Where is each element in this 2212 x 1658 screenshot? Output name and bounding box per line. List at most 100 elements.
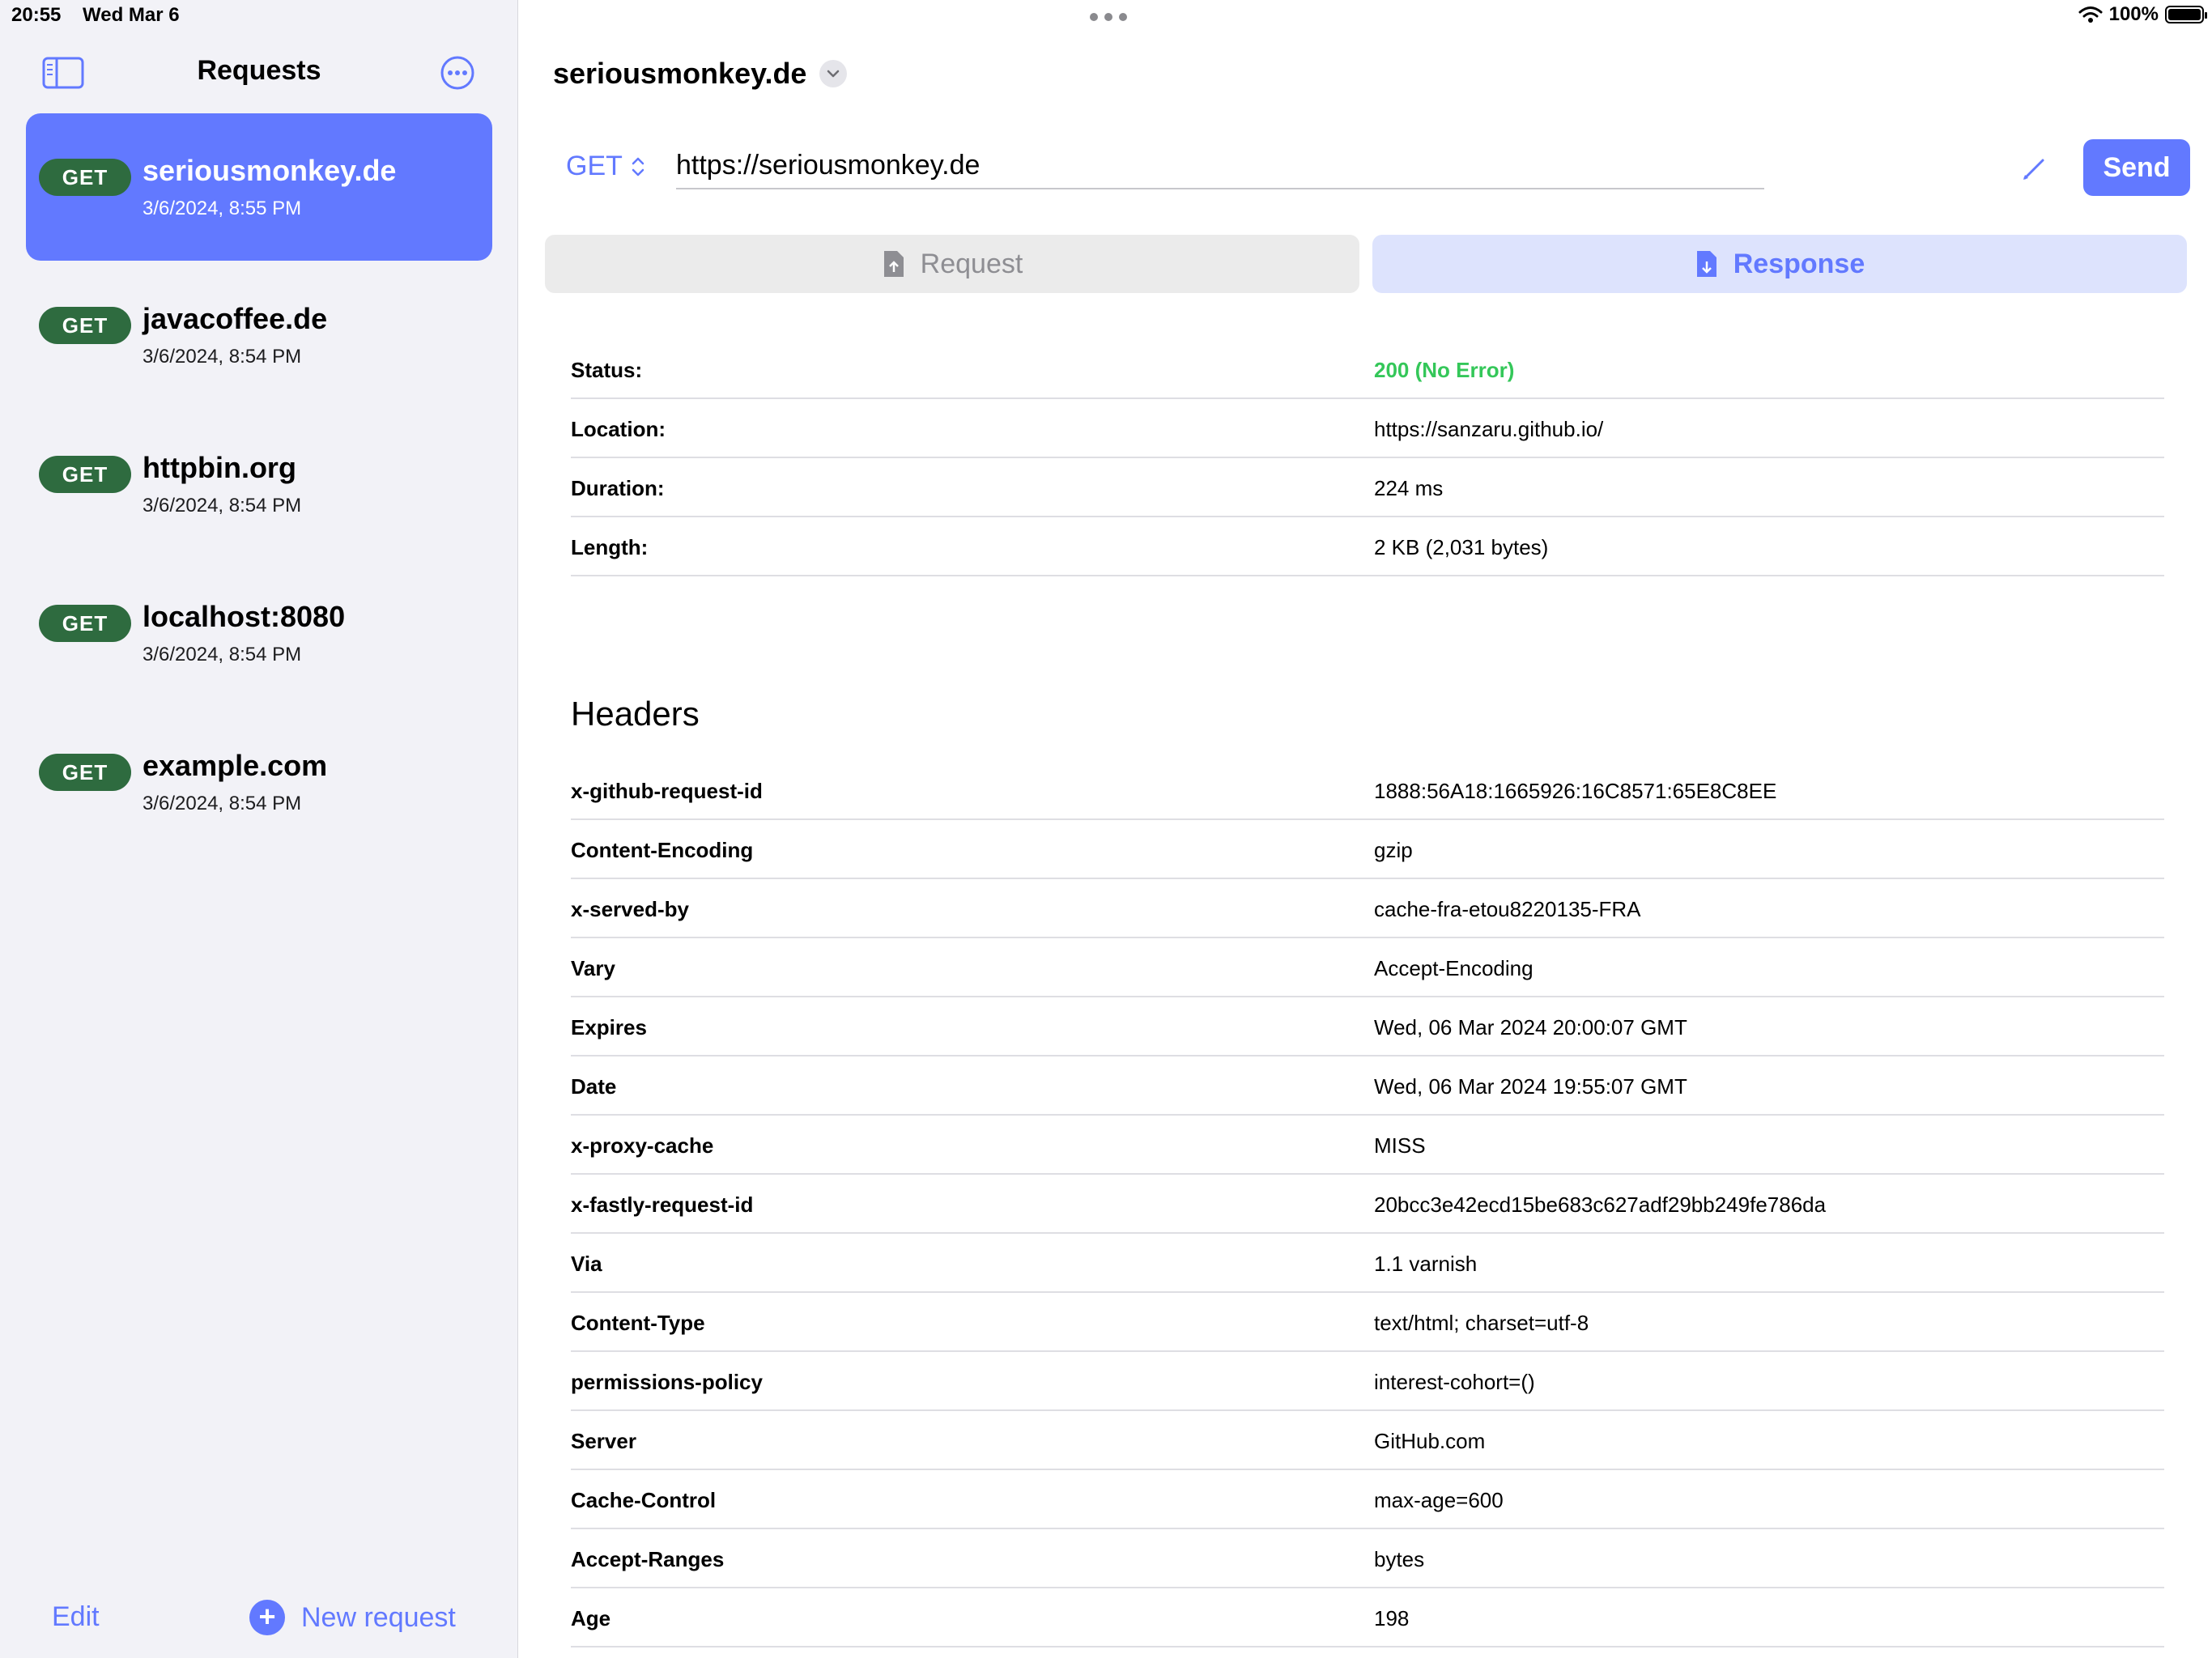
table-row: Expires Wed, 06 Mar 2024 20:00:07 GMT: [571, 997, 2164, 1056]
document-upload-icon: [883, 251, 904, 277]
row-value: 1.1 varnish: [1374, 1252, 1478, 1276]
row-key: Server: [571, 1429, 636, 1453]
tab-request-label: Request: [920, 248, 1023, 279]
wifi-icon: [2078, 6, 2103, 23]
new-request-button[interactable]: + New request: [249, 1600, 456, 1635]
table-row: x-github-request-id 1888:56A18:1665926:16…: [571, 761, 2164, 820]
row-key: Cache-Control: [571, 1488, 717, 1512]
method-badge: GET: [39, 605, 131, 642]
method-value: GET: [566, 151, 623, 181]
table-row: Location: https://sanzaru.github.io/: [571, 399, 2164, 458]
row-key: Duration:: [571, 476, 665, 500]
table-row: Age 198: [571, 1588, 2164, 1647]
row-value: Wed, 06 Mar 2024 20:00:07 GMT: [1374, 1015, 1687, 1039]
table-row: Server GitHub.com: [571, 1411, 2164, 1470]
row-value: interest-cohort=(): [1374, 1370, 1535, 1394]
row-key: Content-Encoding: [571, 838, 754, 862]
table-row: Vary Accept-Encoding: [571, 938, 2164, 997]
method-select[interactable]: GET: [566, 151, 645, 182]
battery-icon: [2165, 6, 2207, 23]
method-badge: GET: [39, 456, 131, 493]
row-key: Accept-Ranges: [571, 1547, 725, 1571]
row-key: x-github-request-id: [571, 779, 763, 803]
row-key: Age: [571, 1606, 611, 1630]
row-value: 200 (No Error): [1374, 358, 1515, 382]
table-row: Cache-Control max-age=600: [571, 1470, 2164, 1529]
table-row: Content-Encoding gzip: [571, 820, 2164, 879]
request-date: 3/6/2024, 8:54 PM: [143, 346, 302, 368]
title-menu[interactable]: seriousmonkey.de: [553, 57, 848, 91]
table-row: Accept-Ranges bytes: [571, 1529, 2164, 1588]
status-right: 100%: [2078, 3, 2207, 26]
row-value: gzip: [1374, 838, 1413, 862]
request-host: javacoffee.de: [143, 302, 328, 335]
request-date: 3/6/2024, 8:54 PM: [143, 495, 302, 517]
table-row: Via 1.1 varnish: [571, 1234, 2164, 1293]
request-host: localhost:8080: [143, 600, 346, 633]
row-key: Location:: [571, 417, 666, 441]
table-row: x-fastly-request-id 20bcc3e42ecd15be683c6…: [571, 1175, 2164, 1234]
multitasking-dots-icon[interactable]: [1090, 13, 1127, 21]
row-key: x-served-by: [571, 897, 689, 921]
row-value: bytes: [1374, 1547, 1425, 1571]
method-badge: GET: [39, 754, 131, 791]
url-input[interactable]: [676, 144, 1421, 186]
request-list-item[interactable]: GET seriousmonkey.de 3/6/2024, 8:55 PM: [26, 113, 492, 261]
row-value: 198: [1374, 1606, 1410, 1630]
table-row: Duration: 224 ms: [571, 458, 2164, 517]
row-value: 2 KB (2,031 bytes): [1374, 535, 1549, 559]
send-button[interactable]: Send: [2083, 139, 2190, 196]
row-key: Length:: [571, 535, 649, 559]
row-value: GitHub.com: [1374, 1429, 1486, 1453]
row-key: Vary: [571, 956, 615, 980]
battery-percent: 100%: [2108, 3, 2159, 25]
row-value: text/html; charset=utf-8: [1374, 1311, 1589, 1335]
request-list-item[interactable]: GET example.com 3/6/2024, 8:54 PM: [26, 708, 492, 856]
row-value: Accept-Encoding: [1374, 956, 1534, 980]
edit-button[interactable]: Edit: [52, 1601, 100, 1633]
tab-response[interactable]: Response: [1372, 235, 2187, 293]
row-value: Wed, 06 Mar 2024 19:55:07 GMT: [1374, 1074, 1687, 1099]
up-down-chevron-icon: [632, 157, 644, 176]
row-key: permissions-policy: [571, 1370, 763, 1394]
request-list-item[interactable]: GET javacoffee.de 3/6/2024, 8:54 PM: [26, 261, 492, 409]
request-host: httpbin.org: [143, 451, 296, 484]
row-value: cache-fra-etou8220135-FRA: [1374, 897, 1641, 921]
row-value: https://sanzaru.github.io/: [1374, 417, 1604, 441]
table-row: x-served-by cache-fra-etou8220135-FRA: [571, 879, 2164, 938]
table-row: Length: 2 KB (2,031 bytes): [571, 517, 2164, 576]
row-value: 20bcc3e42ecd15be683c627adf29bb249fe786da: [1374, 1192, 1827, 1217]
headers-title: Headers: [571, 695, 700, 733]
table-row: Date Wed, 06 Mar 2024 19:55:07 GMT: [571, 1056, 2164, 1116]
tab-response-label: Response: [1733, 248, 1865, 279]
row-value: MISS: [1374, 1133, 1426, 1158]
more-options-icon[interactable]: [440, 55, 475, 91]
tab-request[interactable]: Request: [545, 235, 1359, 293]
table-row: Content-Type text/html; charset=utf-8: [571, 1293, 2164, 1352]
row-value: 1888:56A18:1665926:16C8571:65E8C8EE: [1374, 779, 1777, 803]
row-key: Status:: [571, 358, 643, 382]
request-host: example.com: [143, 749, 328, 782]
request-date: 3/6/2024, 8:54 PM: [143, 793, 302, 814]
status-bar: 20:55 Wed Mar 6 100%: [0, 0, 2212, 32]
plus-circle-icon: +: [249, 1600, 285, 1635]
request-host: seriousmonkey.de: [143, 154, 397, 187]
row-key: Content-Type: [571, 1311, 705, 1335]
url-field[interactable]: [676, 144, 1764, 189]
response-summary: Status: 200 (No Error) Location: https://sa…: [571, 340, 2164, 576]
main-panel: seriousmonkey.de GET Send Request R: [519, 0, 2212, 1658]
request-date: 3/6/2024, 8:55 PM: [143, 198, 302, 219]
table-row: x-proxy-cache MISS: [571, 1116, 2164, 1175]
status-time: 20:55: [11, 4, 62, 26]
pencil-icon[interactable]: [2020, 154, 2049, 183]
method-badge: GET: [39, 159, 131, 196]
row-key: x-fastly-request-id: [571, 1192, 754, 1217]
request-list-item[interactable]: GET localhost:8080 3/6/2024, 8:54 PM: [26, 559, 492, 707]
row-key: Expires: [571, 1015, 647, 1039]
row-value: 224 ms: [1374, 476, 1444, 500]
row-key: x-proxy-cache: [571, 1133, 714, 1158]
row-value: max-age=600: [1374, 1488, 1504, 1512]
request-list-item[interactable]: GET httpbin.org 3/6/2024, 8:54 PM: [26, 410, 492, 558]
document-download-icon: [1696, 251, 1716, 277]
page-title: seriousmonkey.de: [553, 57, 807, 90]
